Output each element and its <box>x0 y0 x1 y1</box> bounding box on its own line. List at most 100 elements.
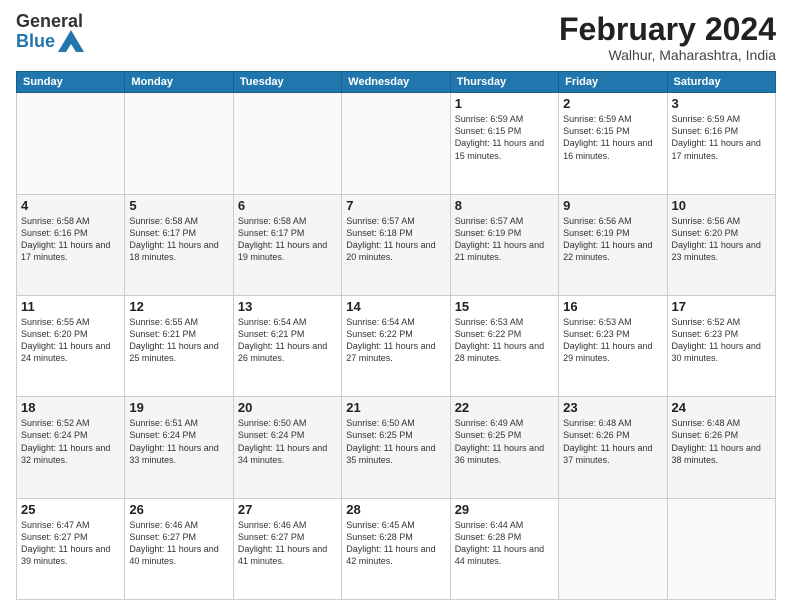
day-info: Sunrise: 6:59 AM Sunset: 6:16 PM Dayligh… <box>672 113 771 162</box>
calendar-day-cell <box>233 93 341 194</box>
calendar-day-cell: 29 Sunrise: 6:44 AM Sunset: 6:28 PM Dayli… <box>450 498 558 599</box>
day-info: Sunrise: 6:55 AM Sunset: 6:20 PM Dayligh… <box>21 316 120 365</box>
day-info: Sunrise: 6:59 AM Sunset: 6:15 PM Dayligh… <box>563 113 662 162</box>
day-info: Sunrise: 6:56 AM Sunset: 6:20 PM Dayligh… <box>672 215 771 264</box>
calendar-day-cell <box>17 93 125 194</box>
calendar-week-row: 18Sunrise: 6:52 AM Sunset: 6:24 PM Dayli… <box>17 397 776 498</box>
calendar-week-row: 25 Sunrise: 6:47 AM Sunset: 6:27 PM Dayli… <box>17 498 776 599</box>
day-number: 26 <box>129 502 228 517</box>
day-info: Sunrise: 6:52 AM Sunset: 6:23 PM Dayligh… <box>672 316 771 365</box>
day-number: 12 <box>129 299 228 314</box>
day-info: Sunrise: 6:50 AM Sunset: 6:25 PM Dayligh… <box>346 417 445 466</box>
day-number: 25 <box>21 502 120 517</box>
calendar-day-cell: 25 Sunrise: 6:47 AM Sunset: 6:27 PM Dayli… <box>17 498 125 599</box>
calendar-header-row: SundayMondayTuesdayWednesdayThursdayFrid… <box>17 72 776 93</box>
day-info: Sunrise: 6:44 AM Sunset: 6:28 PM Dayligh… <box>455 519 554 568</box>
calendar-day-cell: 4 Sunrise: 6:58 AM Sunset: 6:16 PM Daylig… <box>17 194 125 295</box>
weekday-header-wednesday: Wednesday <box>342 72 450 93</box>
day-info: Sunrise: 6:48 AM Sunset: 6:26 PM Dayligh… <box>672 417 771 466</box>
calendar-day-cell: 3 Sunrise: 6:59 AM Sunset: 6:16 PM Daylig… <box>667 93 775 194</box>
day-number: 4 <box>21 198 120 213</box>
day-info: Sunrise: 6:53 AM Sunset: 6:22 PM Dayligh… <box>455 316 554 365</box>
day-number: 18 <box>21 400 120 415</box>
page: General Blue February 2024 Walhur, Mahar… <box>0 0 792 612</box>
calendar-week-row: 1 Sunrise: 6:59 AM Sunset: 6:15 PM Daylig… <box>17 93 776 194</box>
day-info: Sunrise: 6:56 AM Sunset: 6:19 PM Dayligh… <box>563 215 662 264</box>
calendar-day-cell <box>559 498 667 599</box>
day-number: 10 <box>672 198 771 213</box>
calendar-day-cell: 6Sunrise: 6:58 AM Sunset: 6:17 PM Daylig… <box>233 194 341 295</box>
calendar-day-cell: 9 Sunrise: 6:56 AM Sunset: 6:19 PM Daylig… <box>559 194 667 295</box>
weekday-header-sunday: Sunday <box>17 72 125 93</box>
calendar-table: SundayMondayTuesdayWednesdayThursdayFrid… <box>16 71 776 600</box>
calendar-day-cell: 14 Sunrise: 6:54 AM Sunset: 6:22 PM Dayli… <box>342 295 450 396</box>
day-info: Sunrise: 6:47 AM Sunset: 6:27 PM Dayligh… <box>21 519 120 568</box>
weekday-header-saturday: Saturday <box>667 72 775 93</box>
day-number: 24 <box>672 400 771 415</box>
day-info: Sunrise: 6:59 AM Sunset: 6:15 PM Dayligh… <box>455 113 554 162</box>
day-number: 8 <box>455 198 554 213</box>
day-number: 21 <box>346 400 445 415</box>
day-info: Sunrise: 6:46 AM Sunset: 6:27 PM Dayligh… <box>238 519 337 568</box>
title-area: February 2024 Walhur, Maharashtra, India <box>559 12 776 63</box>
day-number: 6 <box>238 198 337 213</box>
calendar-day-cell: 10 Sunrise: 6:56 AM Sunset: 6:20 PM Dayli… <box>667 194 775 295</box>
calendar-day-cell: 16Sunrise: 6:53 AM Sunset: 6:23 PM Dayli… <box>559 295 667 396</box>
day-number: 29 <box>455 502 554 517</box>
day-number: 9 <box>563 198 662 213</box>
day-number: 3 <box>672 96 771 111</box>
day-number: 7 <box>346 198 445 213</box>
calendar-day-cell: 26 Sunrise: 6:46 AM Sunset: 6:27 PM Dayli… <box>125 498 233 599</box>
weekday-header-tuesday: Tuesday <box>233 72 341 93</box>
day-number: 5 <box>129 198 228 213</box>
day-number: 19 <box>129 400 228 415</box>
day-number: 2 <box>563 96 662 111</box>
month-title: February 2024 <box>559 12 776 47</box>
day-info: Sunrise: 6:58 AM Sunset: 6:16 PM Dayligh… <box>21 215 120 264</box>
calendar-day-cell: 17 Sunrise: 6:52 AM Sunset: 6:23 PM Dayli… <box>667 295 775 396</box>
calendar-day-cell: 22 Sunrise: 6:49 AM Sunset: 6:25 PM Dayli… <box>450 397 558 498</box>
weekday-header-thursday: Thursday <box>450 72 558 93</box>
calendar-day-cell: 24 Sunrise: 6:48 AM Sunset: 6:26 PM Dayli… <box>667 397 775 498</box>
weekday-header-monday: Monday <box>125 72 233 93</box>
calendar-day-cell: 27 Sunrise: 6:46 AM Sunset: 6:27 PM Dayli… <box>233 498 341 599</box>
day-info: Sunrise: 6:57 AM Sunset: 6:18 PM Dayligh… <box>346 215 445 264</box>
calendar-day-cell: 19 Sunrise: 6:51 AM Sunset: 6:24 PM Dayli… <box>125 397 233 498</box>
day-number: 23 <box>563 400 662 415</box>
logo-text: General Blue <box>16 12 84 52</box>
day-number: 1 <box>455 96 554 111</box>
day-number: 27 <box>238 502 337 517</box>
calendar-day-cell: 2 Sunrise: 6:59 AM Sunset: 6:15 PM Daylig… <box>559 93 667 194</box>
day-number: 22 <box>455 400 554 415</box>
calendar-day-cell: 11Sunrise: 6:55 AM Sunset: 6:20 PM Dayli… <box>17 295 125 396</box>
logo-area: General Blue <box>16 12 84 52</box>
calendar-day-cell: 18Sunrise: 6:52 AM Sunset: 6:24 PM Dayli… <box>17 397 125 498</box>
day-number: 16 <box>563 299 662 314</box>
day-info: Sunrise: 6:54 AM Sunset: 6:21 PM Dayligh… <box>238 316 337 365</box>
logo-icon <box>58 30 84 52</box>
day-info: Sunrise: 6:57 AM Sunset: 6:19 PM Dayligh… <box>455 215 554 264</box>
day-info: Sunrise: 6:54 AM Sunset: 6:22 PM Dayligh… <box>346 316 445 365</box>
day-number: 15 <box>455 299 554 314</box>
calendar-day-cell: 21 Sunrise: 6:50 AM Sunset: 6:25 PM Dayli… <box>342 397 450 498</box>
calendar-day-cell: 5 Sunrise: 6:58 AM Sunset: 6:17 PM Daylig… <box>125 194 233 295</box>
calendar-week-row: 4 Sunrise: 6:58 AM Sunset: 6:16 PM Daylig… <box>17 194 776 295</box>
day-number: 28 <box>346 502 445 517</box>
day-number: 17 <box>672 299 771 314</box>
weekday-header-friday: Friday <box>559 72 667 93</box>
day-info: Sunrise: 6:49 AM Sunset: 6:25 PM Dayligh… <box>455 417 554 466</box>
calendar-day-cell <box>125 93 233 194</box>
calendar-day-cell: 12Sunrise: 6:55 AM Sunset: 6:21 PM Dayli… <box>125 295 233 396</box>
day-number: 14 <box>346 299 445 314</box>
calendar-day-cell: 7 Sunrise: 6:57 AM Sunset: 6:18 PM Daylig… <box>342 194 450 295</box>
day-info: Sunrise: 6:46 AM Sunset: 6:27 PM Dayligh… <box>129 519 228 568</box>
location: Walhur, Maharashtra, India <box>559 47 776 63</box>
calendar-day-cell: 1 Sunrise: 6:59 AM Sunset: 6:15 PM Daylig… <box>450 93 558 194</box>
calendar-day-cell: 8 Sunrise: 6:57 AM Sunset: 6:19 PM Daylig… <box>450 194 558 295</box>
day-info: Sunrise: 6:51 AM Sunset: 6:24 PM Dayligh… <box>129 417 228 466</box>
day-info: Sunrise: 6:58 AM Sunset: 6:17 PM Dayligh… <box>129 215 228 264</box>
calendar-day-cell: 13Sunrise: 6:54 AM Sunset: 6:21 PM Dayli… <box>233 295 341 396</box>
day-info: Sunrise: 6:48 AM Sunset: 6:26 PM Dayligh… <box>563 417 662 466</box>
day-info: Sunrise: 6:50 AM Sunset: 6:24 PM Dayligh… <box>238 417 337 466</box>
calendar-day-cell: 28Sunrise: 6:45 AM Sunset: 6:28 PM Dayli… <box>342 498 450 599</box>
